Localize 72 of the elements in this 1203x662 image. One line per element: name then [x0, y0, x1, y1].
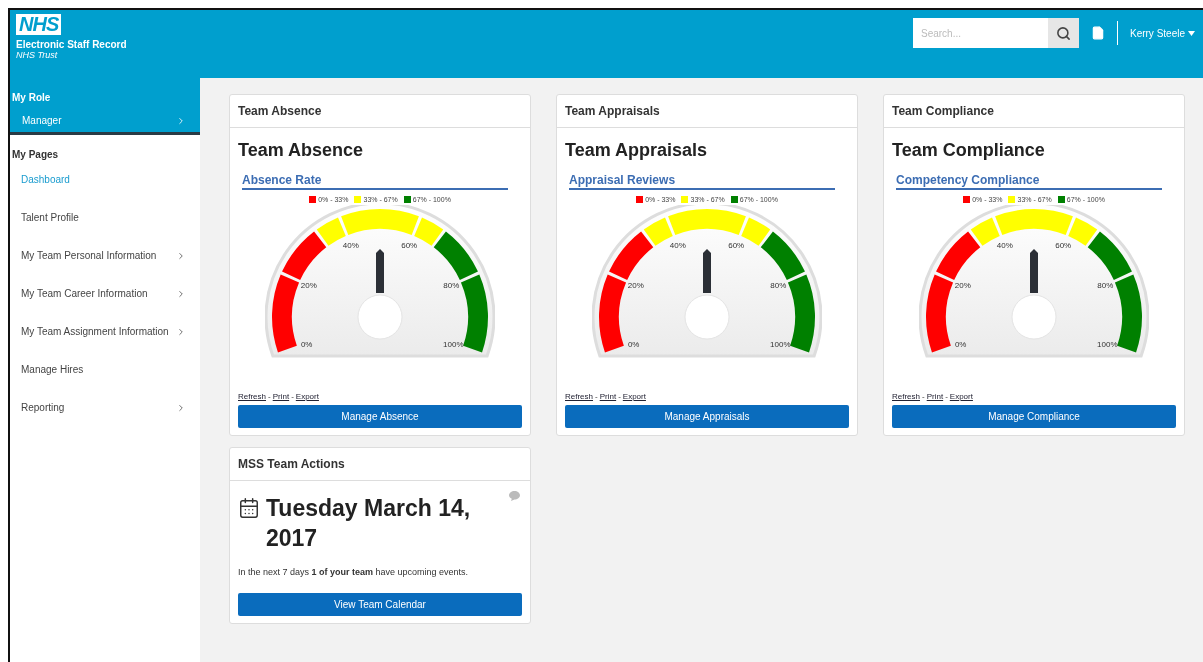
- manage-button[interactable]: Manage Appraisals: [565, 405, 849, 428]
- app-name: Electronic Staff Record: [16, 39, 127, 50]
- manage-button[interactable]: Manage Compliance: [892, 405, 1176, 428]
- card-heading: Team Absence: [238, 140, 365, 161]
- chart-title: Competency Compliance: [896, 173, 1162, 190]
- search-button[interactable]: [1047, 18, 1079, 48]
- tick-label: 60%: [1055, 240, 1072, 250]
- link-separator: -: [291, 392, 294, 401]
- calendar-icon: [238, 497, 260, 519]
- action-link[interactable]: Refresh: [238, 392, 266, 401]
- gauge-hub: [357, 294, 403, 340]
- action-link[interactable]: Export: [622, 392, 646, 401]
- tick-label: 0%: [954, 339, 967, 349]
- gauge-needle: [1030, 249, 1038, 293]
- chart-title: Absence Rate: [242, 173, 508, 190]
- tick-label: 40%: [996, 240, 1013, 250]
- tick-label: 20%: [954, 281, 971, 291]
- organisation-name: NHS Trust: [16, 50, 58, 60]
- tick-label: 100%: [770, 339, 791, 349]
- link-separator: -: [945, 392, 948, 401]
- caret-icon: [1188, 30, 1195, 36]
- card-title: MSS Team Actions: [230, 448, 530, 481]
- link-separator: -: [268, 392, 271, 401]
- nav-item[interactable]: My Team Personal Information: [21, 248, 171, 264]
- link-separator: -: [595, 392, 598, 401]
- tick-label: 40%: [342, 240, 359, 250]
- events-message: In the next 7 days 1 of your team have upcoming events.: [238, 567, 470, 577]
- tick-label: 80%: [443, 281, 460, 291]
- tick-label: 20%: [627, 281, 644, 291]
- section-heading: My Pages: [11, 149, 60, 160]
- section-heading: My Role: [11, 92, 52, 103]
- document-icon[interactable]: [1090, 26, 1105, 40]
- chart-title: Appraisal Reviews: [569, 173, 835, 190]
- tick-label: 80%: [1097, 281, 1114, 291]
- action-link[interactable]: Print: [599, 392, 617, 401]
- link-separator: -: [618, 392, 621, 401]
- action-link[interactable]: Export: [295, 392, 319, 401]
- tick-label: 100%: [1097, 339, 1118, 349]
- logo: NHS: [16, 14, 62, 35]
- date-heading: Tuesday March 14, 2017: [266, 494, 472, 553]
- gauge-needle: [376, 249, 384, 293]
- search-icon: [1055, 25, 1071, 41]
- tick-label: 100%: [443, 339, 464, 349]
- gauge-hub: [1011, 294, 1057, 340]
- nav-item[interactable]: My Team Assignment Information: [21, 324, 171, 340]
- tick-label: 80%: [770, 281, 787, 291]
- tick-label: 0%: [627, 339, 640, 349]
- tick-label: 60%: [401, 240, 418, 250]
- nav-item[interactable]: Talent Profile: [21, 210, 171, 226]
- card-heading: Team Appraisals: [565, 140, 709, 161]
- tick-label: 0%: [300, 339, 313, 349]
- tick-label: 40%: [669, 240, 686, 250]
- action-link[interactable]: Refresh: [892, 392, 920, 401]
- action-link[interactable]: Export: [949, 392, 973, 401]
- card-title: Team Absence: [230, 95, 530, 128]
- card-title: Team Compliance: [884, 95, 1184, 128]
- action-link[interactable]: Print: [926, 392, 944, 401]
- gauge-needle: [703, 249, 711, 293]
- link-separator: -: [922, 392, 925, 401]
- help-icon[interactable]: [509, 491, 520, 501]
- gauge-hub: [684, 294, 730, 340]
- action-link[interactable]: Refresh: [565, 392, 593, 401]
- nav-item[interactable]: Reporting: [21, 400, 171, 416]
- manage-button[interactable]: Manage Absence: [238, 405, 522, 428]
- card-title: Team Appraisals: [557, 95, 857, 128]
- nav-item[interactable]: Manage Hires: [21, 362, 171, 378]
- nav-item[interactable]: My Team Career Information: [21, 286, 171, 302]
- action-link[interactable]: Print: [272, 392, 290, 401]
- tick-label: 20%: [300, 281, 317, 291]
- card-heading: Team Compliance: [892, 140, 1046, 161]
- calendar-button[interactable]: View Team Calendar: [238, 593, 522, 616]
- tick-label: 60%: [728, 240, 745, 250]
